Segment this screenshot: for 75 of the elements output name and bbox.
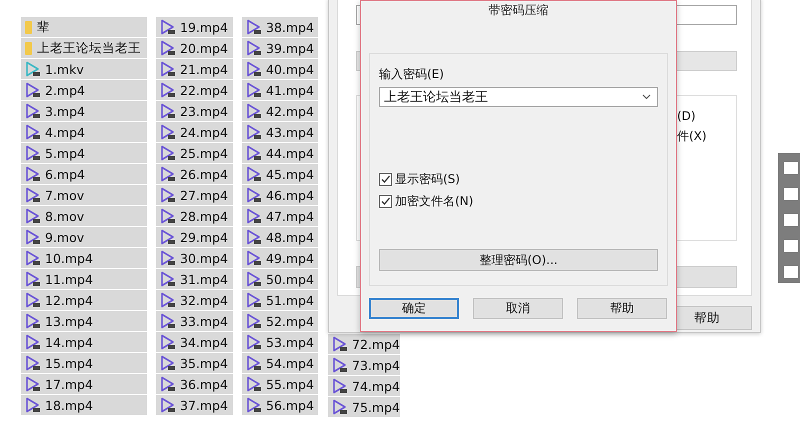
file-item[interactable]: 21.mp4: [156, 59, 233, 79]
file-item[interactable]: 15.mp4: [21, 353, 147, 373]
file-item[interactable]: 23.mp4: [156, 101, 233, 121]
file-item[interactable]: 35.mp4: [156, 353, 233, 373]
file-item[interactable]: 1.mkv: [21, 59, 147, 79]
file-item[interactable]: 5.mp4: [21, 143, 147, 163]
file-item[interactable]: 10.mp4: [21, 248, 147, 268]
dialog-title: 带密码压缩: [488, 3, 548, 18]
file-item[interactable]: 47.mp4: [242, 206, 318, 226]
file-item[interactable]: 49.mp4: [242, 248, 318, 268]
file-item[interactable]: 12.mp4: [21, 290, 147, 310]
checkbox-option[interactable]: 加密文件名(N): [379, 193, 474, 210]
file-item[interactable]: 辈: [21, 17, 147, 37]
file-item[interactable]: 19.mp4: [156, 17, 233, 37]
file-item[interactable]: 27.mp4: [156, 185, 233, 205]
file-item[interactable]: 7.mov: [21, 185, 147, 205]
file-item[interactable]: 55.mp4: [242, 374, 318, 394]
file-item[interactable]: 40.mp4: [242, 59, 318, 79]
file-item[interactable]: 31.mp4: [156, 269, 233, 289]
file-item[interactable]: 56.mp4: [242, 395, 318, 415]
file-item[interactable]: 9.mov: [21, 227, 147, 247]
button[interactable]: 取消: [473, 298, 563, 319]
file-item[interactable]: 48.mp4: [242, 227, 318, 247]
file-item[interactable]: 25.mp4: [156, 143, 233, 163]
file-item[interactable]: 18.mp4: [21, 395, 147, 415]
file-item[interactable]: 13.mp4: [21, 311, 147, 331]
field-label: 输入密码(E): [379, 66, 445, 82]
checkbox[interactable]: [379, 195, 392, 208]
file-item[interactable]: 上老王论坛当老王: [21, 38, 147, 58]
file-item[interactable]: 46.mp4: [242, 185, 318, 205]
file-item[interactable]: 42.mp4: [242, 101, 318, 121]
file-item[interactable]: 17.mp4: [21, 374, 147, 394]
file-item[interactable]: 22.mp4: [156, 80, 233, 100]
file-item[interactable]: 44.mp4: [242, 143, 318, 163]
file-item[interactable]: 26.mp4: [156, 164, 233, 184]
file-item[interactable]: 53.mp4: [242, 332, 318, 352]
file-item[interactable]: 43.mp4: [242, 122, 318, 142]
file-item[interactable]: 45.mp4: [242, 164, 318, 184]
file-item[interactable]: 39.mp4: [242, 38, 318, 58]
file-item[interactable]: 3.mp4: [21, 101, 147, 121]
file-item[interactable]: 11.mp4: [21, 269, 147, 289]
file-item[interactable]: 2.mp4: [21, 80, 147, 100]
option-label: (D): [677, 108, 696, 124]
button[interactable]: 确定: [369, 298, 459, 319]
file-item[interactable]: 38.mp4: [242, 17, 318, 37]
chevron-down-icon: [642, 94, 651, 100]
file-item[interactable]: 74.mp4: [328, 376, 400, 396]
file-item[interactable]: 20.mp4: [156, 38, 233, 58]
option-label: 件(X): [677, 128, 707, 144]
file-item[interactable]: 75.mp4: [328, 397, 400, 417]
file-item[interactable]: 14.mp4: [21, 332, 147, 352]
file-item[interactable]: 33.mp4: [156, 311, 233, 331]
file-item[interactable]: 36.mp4: [156, 374, 233, 394]
checkbox[interactable]: [379, 173, 392, 186]
file-item[interactable]: 50.mp4: [242, 269, 318, 289]
manage-passwords-button[interactable]: 整理密码(O)...: [379, 249, 658, 271]
file-item[interactable]: 29.mp4: [156, 227, 233, 247]
button[interactable]: 帮助: [577, 298, 667, 319]
file-item[interactable]: 28.mp4: [156, 206, 233, 226]
password-field[interactable]: 上老王论坛当老王: [379, 87, 658, 107]
checkbox-option[interactable]: 显示密码(S): [379, 171, 460, 188]
file-item[interactable]: 54.mp4: [242, 353, 318, 373]
file-item[interactable]: 72.mp4: [328, 334, 400, 354]
file-item[interactable]: 30.mp4: [156, 248, 233, 268]
file-item[interactable]: 37.mp4: [156, 395, 233, 415]
file-item[interactable]: 51.mp4: [242, 290, 318, 310]
file-item[interactable]: 6.mp4: [21, 164, 147, 184]
file-item[interactable]: 4.mp4: [21, 122, 147, 142]
file-item[interactable]: 24.mp4: [156, 122, 233, 142]
file-item[interactable]: 73.mp4: [328, 355, 400, 375]
file-item[interactable]: 41.mp4: [242, 80, 318, 100]
file-item[interactable]: 32.mp4: [156, 290, 233, 310]
file-item[interactable]: 34.mp4: [156, 332, 233, 352]
file-item[interactable]: 8.mov: [21, 206, 147, 226]
file-item[interactable]: 52.mp4: [242, 311, 318, 331]
